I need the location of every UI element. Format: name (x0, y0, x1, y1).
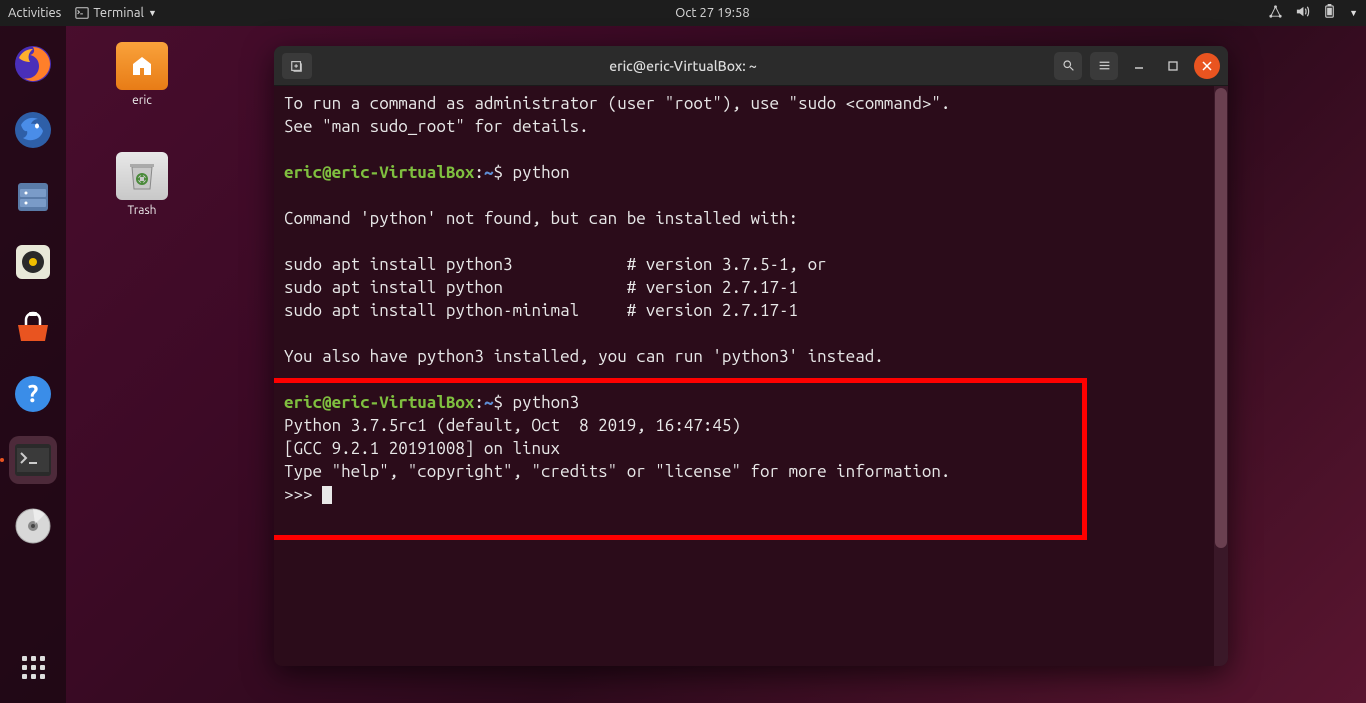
hamburger-icon (1098, 59, 1111, 72)
files-icon (12, 175, 54, 217)
terminal-titlebar[interactable]: eric@eric-VirtualBox: ~ (274, 46, 1228, 86)
dock-software[interactable] (9, 304, 57, 352)
terminal-line: sudo apt install python3 # version 3.7.5… (284, 253, 1218, 276)
terminal-repl-prompt: >>> (284, 483, 1218, 506)
desktop: eric Trash eric@eric-VirtualBox: ~ (66, 26, 1366, 703)
dock-disc[interactable] (9, 502, 57, 550)
dock-terminal[interactable] (9, 436, 57, 484)
top-panel: Activities Terminal ▼ Oct 27 19:58 ▼ (0, 0, 1366, 26)
svg-text:?: ? (28, 380, 39, 407)
terminal-line: See "man sudo_root" for details. (284, 115, 1218, 138)
show-applications[interactable] (9, 643, 57, 691)
firefox-icon (13, 44, 53, 84)
dock-help[interactable]: ? (9, 370, 57, 418)
terminal-line (284, 138, 1218, 161)
terminal-line (284, 322, 1218, 345)
terminal-prompt-line: eric@eric-VirtualBox:~$ python (284, 161, 1218, 184)
terminal-line: Type "help", "copyright", "credits" or "… (284, 460, 1218, 483)
thunderbird-icon (13, 110, 53, 150)
network-icon[interactable] (1268, 4, 1283, 22)
activities-button[interactable]: Activities (8, 6, 61, 20)
maximize-button[interactable] (1160, 53, 1186, 79)
terminal-line: To run a command as administrator (user … (284, 92, 1218, 115)
home-folder[interactable]: eric (106, 42, 178, 107)
terminal-line: Command 'python' not found, but can be i… (284, 207, 1218, 230)
search-icon (1062, 59, 1075, 72)
help-icon: ? (12, 373, 54, 415)
trash[interactable]: Trash (106, 152, 178, 217)
menu-button[interactable] (1090, 52, 1118, 80)
terminal-icon (75, 6, 89, 20)
terminal-line: Python 3.7.5rc1 (default, Oct 8 2019, 16… (284, 414, 1218, 437)
terminal-line (284, 230, 1218, 253)
terminal-title: eric@eric-VirtualBox: ~ (312, 58, 1054, 74)
new-tab-icon (290, 59, 304, 73)
apps-grid-icon (22, 656, 45, 679)
disc-icon (13, 506, 53, 546)
new-tab-button[interactable] (282, 53, 312, 79)
software-icon (12, 307, 54, 349)
dock: ? (0, 26, 66, 703)
home-folder-label: eric (106, 94, 178, 107)
trash-icon (116, 152, 168, 200)
dock-thunderbird[interactable] (9, 106, 57, 154)
scrollbar[interactable] (1214, 86, 1228, 666)
volume-icon[interactable] (1295, 4, 1310, 22)
terminal-line (284, 184, 1218, 207)
cursor (322, 486, 332, 504)
maximize-icon (1168, 61, 1178, 71)
close-button[interactable] (1194, 53, 1220, 79)
folder-icon (116, 42, 168, 90)
search-button[interactable] (1054, 52, 1082, 80)
terminal-window: eric@eric-VirtualBox: ~ (274, 46, 1228, 666)
terminal-line: sudo apt install python-minimal # versio… (284, 299, 1218, 322)
system-menu-chevron[interactable]: ▼ (1349, 8, 1358, 18)
chevron-down-icon: ▼ (148, 8, 157, 18)
terminal-line: [GCC 9.2.1 20191008] on linux (284, 437, 1218, 460)
app-menu[interactable]: Terminal ▼ (75, 6, 157, 20)
terminal-prompt-line: eric@eric-VirtualBox:~$ python3 (284, 391, 1218, 414)
terminal-line: You also have python3 installed, you can… (284, 345, 1218, 368)
app-menu-label: Terminal (93, 6, 144, 20)
dock-firefox[interactable] (9, 40, 57, 88)
terminal-body[interactable]: To run a command as administrator (user … (274, 86, 1228, 666)
terminal-line: sudo apt install python # version 2.7.17… (284, 276, 1218, 299)
minimize-icon (1134, 61, 1144, 71)
clock[interactable]: Oct 27 19:58 (157, 6, 1268, 20)
battery-icon[interactable] (1322, 4, 1337, 22)
terminal-app-icon (13, 442, 53, 478)
dock-files[interactable] (9, 172, 57, 220)
trash-label: Trash (106, 204, 178, 217)
close-icon (1202, 61, 1212, 71)
minimize-button[interactable] (1126, 53, 1152, 79)
scrollbar-thumb[interactable] (1215, 88, 1227, 548)
dock-rhythmbox[interactable] (9, 238, 57, 286)
rhythmbox-icon (12, 241, 54, 283)
terminal-line (284, 368, 1218, 391)
